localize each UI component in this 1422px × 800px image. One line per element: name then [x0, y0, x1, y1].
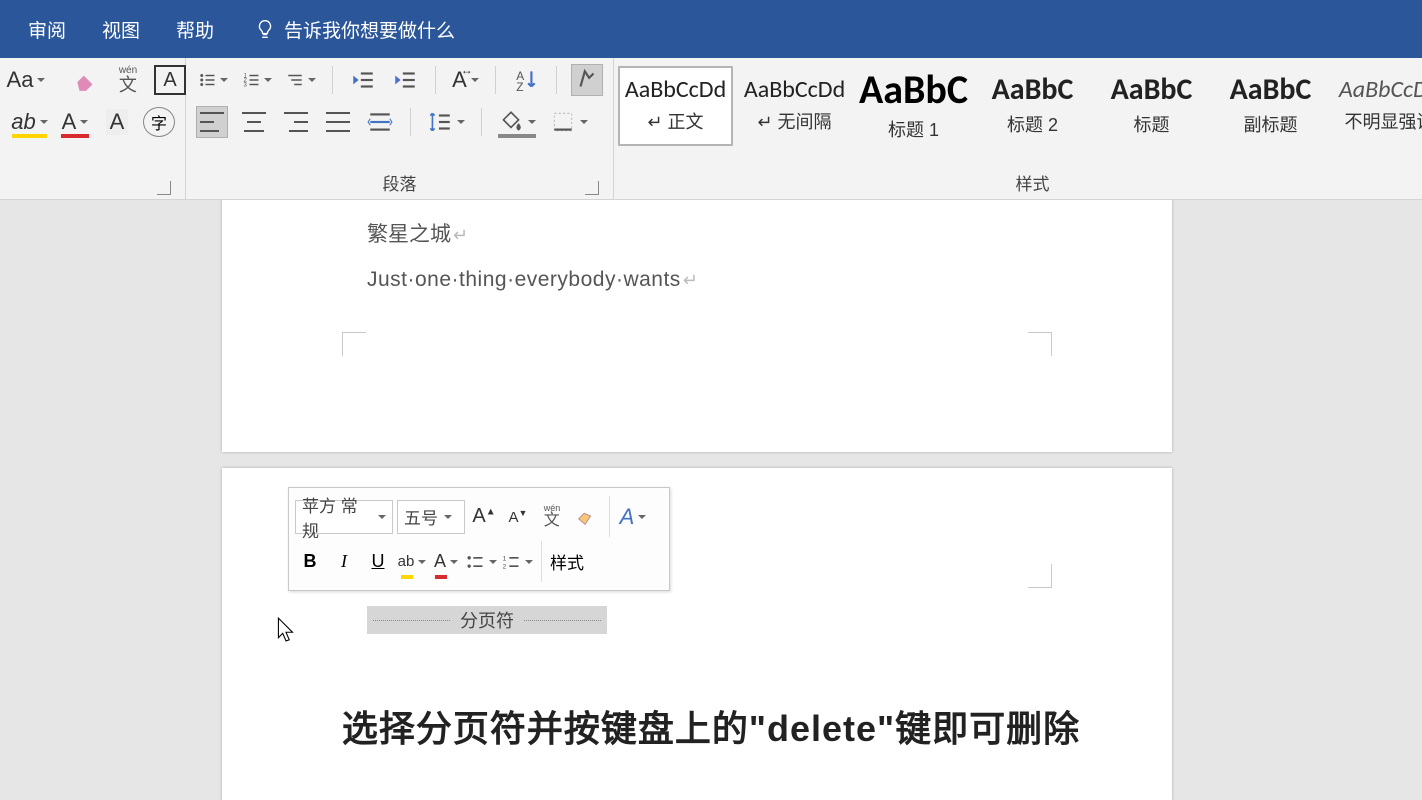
style-card-6[interactable]: AaBbCcDd 不明显强调	[1332, 66, 1422, 146]
bullets-button[interactable]	[196, 64, 230, 96]
style-preview: AaBbC	[992, 75, 1074, 105]
style-card-4[interactable]: AaBbC 标题	[1094, 66, 1209, 146]
style-name: 标题	[1134, 111, 1170, 137]
borders-button[interactable]	[548, 106, 590, 138]
align-right-button[interactable]	[280, 106, 312, 138]
align-center-button[interactable]	[238, 106, 270, 138]
mini-styles-button[interactable]: 样式	[550, 545, 584, 579]
mini-italic-button[interactable]: I	[329, 545, 359, 579]
ribbon: Aa wén文 A ab A A 字	[0, 58, 1422, 200]
lightbulb-icon[interactable]	[254, 18, 276, 40]
highlight-color-button[interactable]: ab	[10, 106, 49, 138]
sort-button[interactable]: AZ	[510, 64, 542, 96]
style-name: ↵ 正文	[647, 108, 703, 134]
style-name: 不明显强调	[1345, 108, 1422, 134]
mouse-cursor-icon	[275, 616, 297, 642]
font-dialog-launcher[interactable]	[157, 181, 171, 195]
multilevel-list-button[interactable]	[284, 64, 318, 96]
enclose-character-button[interactable]: 字	[143, 107, 175, 137]
mini-bold-button[interactable]: B	[295, 545, 325, 579]
ribbon-group-paragraph: 123 A↔ AZ	[186, 58, 614, 199]
style-preview: AaBbCcDd	[625, 78, 726, 102]
style-name: 标题 1	[888, 116, 939, 142]
numbering-button[interactable]: 123	[240, 64, 274, 96]
mini-grow-font-button[interactable]: A▲	[469, 500, 499, 534]
style-card-2[interactable]: AaBbC 标题 1	[856, 66, 971, 146]
style-name: 副标题	[1244, 111, 1298, 137]
mini-format-painter-button[interactable]	[571, 500, 601, 534]
mini-bullets-button[interactable]	[465, 545, 497, 579]
phonetic-guide-button[interactable]: wén文	[112, 64, 144, 96]
increase-indent-button[interactable]	[389, 64, 421, 96]
ribbon-group-styles: AaBbCcDd ↵ 正文 AaBbCcDd ↵ 无间隔 AaBbC 标题 1 AaBbC 标…	[614, 58, 1422, 199]
style-preview: AaBbC	[1111, 75, 1193, 105]
mini-font-color-button[interactable]: A	[431, 545, 461, 579]
style-name: ↵ 无间隔	[757, 108, 831, 134]
mini-underline-button[interactable]: U	[363, 545, 393, 579]
page-break-marker[interactable]: 分页符	[367, 606, 607, 634]
font-color-button[interactable]: A	[59, 106, 91, 138]
svg-text:1: 1	[503, 555, 507, 562]
character-border-button[interactable]: A	[154, 65, 186, 95]
title-bar: 审阅 视图 帮助 告诉我你想要做什么	[0, 0, 1422, 58]
svg-text:2: 2	[503, 563, 507, 570]
line-spacing-button[interactable]	[425, 106, 467, 138]
ribbon-group-paragraph-label: 段落	[196, 170, 603, 199]
tab-view[interactable]: 视图	[84, 10, 158, 49]
asian-layout-button[interactable]: A↔	[449, 64, 481, 96]
mini-size-combo[interactable]: 五号	[397, 500, 465, 534]
clear-format-button[interactable]	[70, 64, 102, 96]
style-card-0[interactable]: AaBbCcDd ↵ 正文	[618, 66, 733, 146]
mini-font-color-button-2[interactable]: A	[618, 500, 648, 534]
tell-me-input[interactable]: 告诉我你想要做什么	[284, 16, 455, 43]
style-preview: AaBbCcDd	[1339, 78, 1422, 102]
distributed-button[interactable]	[364, 106, 396, 138]
shading-button[interactable]	[496, 106, 538, 138]
style-gallery[interactable]: AaBbCcDd ↵ 正文 AaBbCcDd ↵ 无间隔 AaBbC 标题 1 AaBbC 标…	[614, 58, 1422, 146]
decrease-indent-button[interactable]	[347, 64, 379, 96]
mini-highlight-button[interactable]: ab	[397, 545, 427, 579]
mini-toolbar: 苹方 常规 五号 A▲ A▼ wén文 A B I U ab A 12 样式	[288, 487, 670, 591]
style-preview: AaBbCcDd	[744, 78, 845, 102]
style-card-5[interactable]: AaBbC 副标题	[1213, 66, 1328, 146]
svg-text:Z: Z	[516, 80, 523, 93]
document-page-1[interactable]: 繁星之城 Just·one·thing·everybody·wants	[222, 200, 1172, 452]
page-corner-tr	[1028, 564, 1052, 588]
show-paragraph-marks-button[interactable]	[571, 64, 603, 96]
tab-review[interactable]: 审阅	[10, 10, 84, 49]
character-shading-button[interactable]: A	[101, 106, 133, 138]
mini-shrink-font-button[interactable]: A▼	[503, 500, 533, 534]
page-corner-bl	[342, 332, 366, 356]
font-size-button[interactable]: Aa	[10, 64, 42, 96]
mini-numbering-button[interactable]: 12	[501, 545, 533, 579]
style-preview: AaBbC	[859, 70, 968, 110]
ribbon-group-styles-label: 样式	[614, 170, 1422, 199]
tutorial-caption: 选择分页符并按键盘上的"delete"键即可删除	[0, 700, 1422, 752]
style-card-1[interactable]: AaBbCcDd ↵ 无间隔	[737, 66, 852, 146]
svg-text:3: 3	[243, 83, 247, 89]
tab-help[interactable]: 帮助	[158, 10, 232, 49]
style-preview: AaBbC	[1230, 75, 1312, 105]
align-justify-button[interactable]	[322, 106, 354, 138]
text-line-1[interactable]: 繁星之城	[367, 218, 468, 248]
ribbon-group-font: Aa wén文 A ab A A 字	[0, 58, 186, 199]
align-left-button[interactable]	[196, 106, 228, 138]
style-card-3[interactable]: AaBbC 标题 2	[975, 66, 1090, 146]
page-corner-br	[1028, 332, 1052, 356]
text-line-2[interactable]: Just·one·thing·everybody·wants	[367, 268, 698, 292]
mini-phonetic-button[interactable]: wén文	[537, 500, 567, 534]
ribbon-group-font-label	[10, 175, 175, 199]
mini-font-combo[interactable]: 苹方 常规	[295, 500, 393, 534]
style-name: 标题 2	[1007, 111, 1058, 137]
paragraph-dialog-launcher[interactable]	[585, 181, 599, 195]
